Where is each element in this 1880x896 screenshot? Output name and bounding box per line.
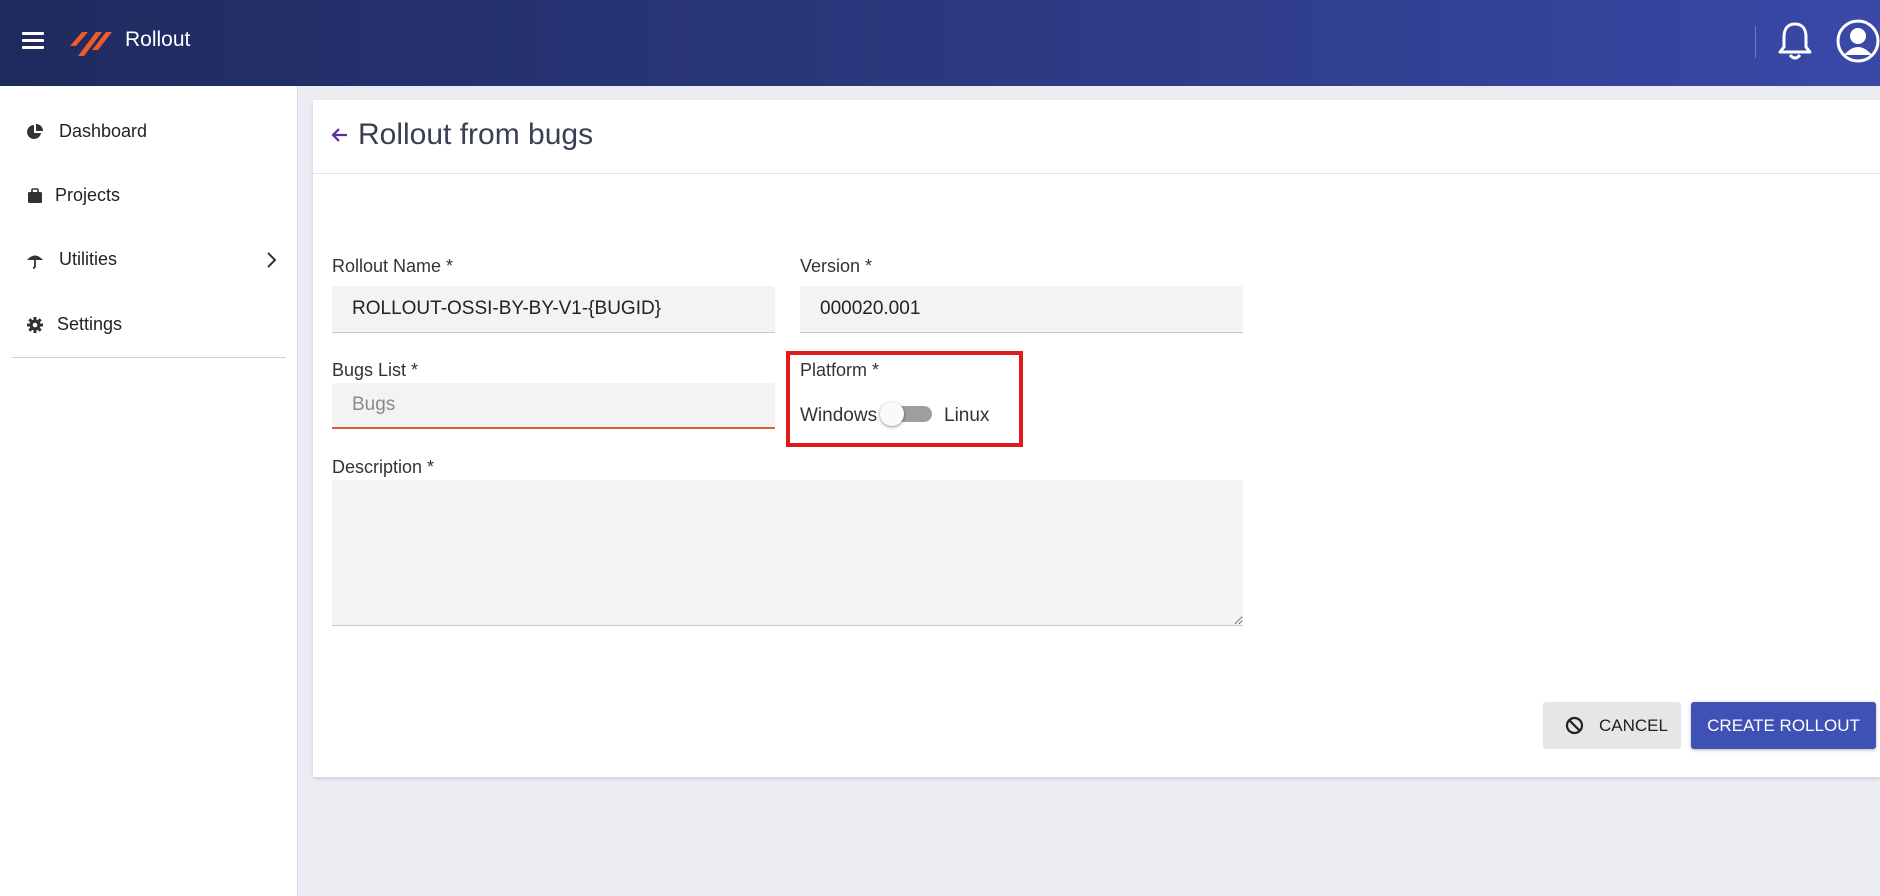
version-input[interactable] bbox=[800, 286, 1243, 333]
platform-option-windows: Windows bbox=[800, 405, 878, 426]
rollout-form-card: Rollout from bugs bbox=[313, 100, 1880, 777]
sidebar-divider bbox=[12, 357, 286, 358]
platform-option-linux: Linux bbox=[944, 405, 990, 426]
platform-toggle-switch[interactable] bbox=[880, 402, 932, 426]
app-title: Rollout bbox=[125, 28, 191, 51]
platform-label: Platform * bbox=[800, 360, 880, 380]
notification-bell-icon[interactable] bbox=[1776, 20, 1814, 62]
sidebar-item-projects[interactable]: Projects bbox=[0, 173, 298, 219]
sidebar-item-utilities[interactable]: Utilities bbox=[0, 237, 298, 283]
sidebar-item-label: Dashboard bbox=[59, 121, 148, 141]
version-label: Version * bbox=[800, 256, 873, 276]
sidebar-item-settings[interactable]: Settings bbox=[0, 302, 298, 348]
rollout-name-label: Rollout Name * bbox=[332, 256, 454, 276]
cancel-button-label: CANCEL bbox=[1599, 716, 1668, 735]
bugs-list-input[interactable] bbox=[332, 383, 775, 429]
user-account-icon[interactable] bbox=[1836, 19, 1880, 63]
gear-icon bbox=[27, 317, 43, 333]
sidebar: Dashboard Projects Utilities Settings bbox=[0, 86, 298, 896]
toggle-knob bbox=[880, 402, 904, 426]
bugs-list-label: Bugs List * bbox=[332, 360, 419, 380]
sidebar-item-label: Projects bbox=[55, 185, 121, 205]
ban-icon bbox=[1565, 716, 1584, 735]
card-header: Rollout from bugs bbox=[313, 100, 1880, 174]
cancel-button[interactable]: CANCEL bbox=[1543, 702, 1681, 749]
rollout-name-input[interactable] bbox=[332, 286, 775, 333]
app-header: Rollout bbox=[0, 0, 1880, 86]
description-textarea[interactable] bbox=[332, 480, 1243, 626]
create-rollout-button[interactable]: CREATE ROLLOUT bbox=[1691, 702, 1876, 749]
menu-icon[interactable] bbox=[22, 32, 44, 50]
sidebar-item-dashboard[interactable]: Dashboard bbox=[0, 109, 298, 155]
back-arrow-icon[interactable] bbox=[331, 126, 349, 144]
chevron-right-icon bbox=[267, 252, 277, 268]
umbrella-icon bbox=[27, 255, 43, 269]
rollout-logo bbox=[70, 32, 112, 56]
pie-chart-icon bbox=[27, 124, 43, 139]
briefcase-icon bbox=[28, 188, 42, 203]
sidebar-item-label: Utilities bbox=[59, 249, 118, 269]
header-divider bbox=[1755, 26, 1756, 58]
description-label: Description * bbox=[332, 457, 435, 477]
sidebar-item-label: Settings bbox=[57, 314, 123, 334]
page-title: Rollout from bugs bbox=[358, 118, 594, 151]
